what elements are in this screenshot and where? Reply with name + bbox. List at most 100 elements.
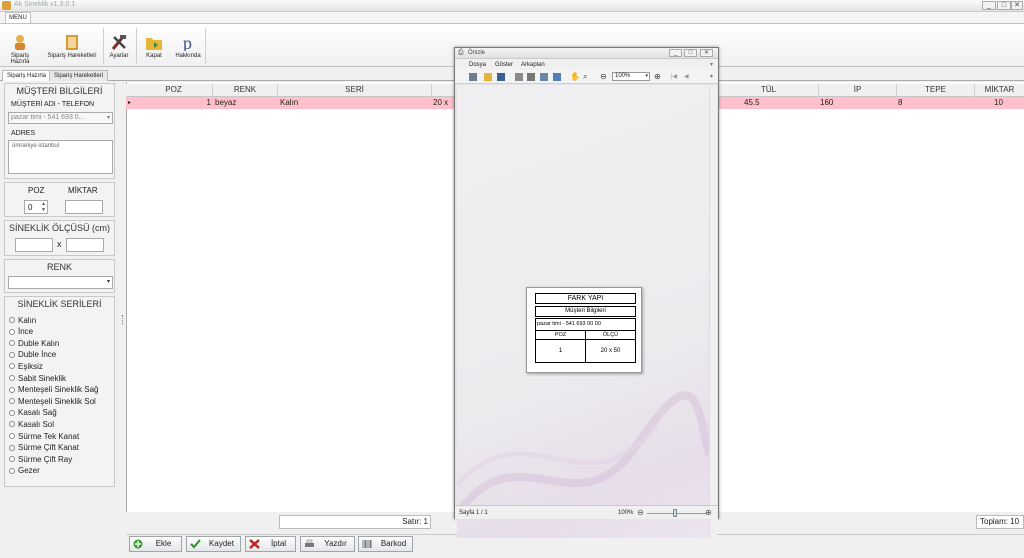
width-input[interactable]: [15, 238, 53, 252]
series-option[interactable]: Sürme Çift Ray: [9, 453, 72, 465]
save-icon[interactable]: [497, 73, 505, 81]
radio-icon[interactable]: [9, 444, 15, 451]
print-icon[interactable]: [527, 73, 535, 81]
series-option[interactable]: Kasalı Sol: [9, 418, 54, 430]
open-icon[interactable]: [484, 73, 492, 81]
color-select[interactable]: ▾: [8, 276, 113, 289]
radio-icon[interactable]: [9, 456, 15, 463]
menu-arkaplan[interactable]: Arkaplan: [521, 62, 545, 68]
zoom-select[interactable]: 100% ▾: [612, 72, 650, 81]
cell-poz[interactable]: 1: [135, 97, 211, 109]
spin-arrows-icon[interactable]: ▲ ▼: [41, 201, 46, 213]
p-letter-icon: p: [183, 34, 192, 51]
series-option-label: Gezer: [18, 466, 40, 476]
radio-icon[interactable]: [9, 317, 15, 323]
miktar-input[interactable]: [65, 200, 103, 214]
radio-icon[interactable]: [9, 328, 15, 335]
series-option[interactable]: Menteşeli Sineklik Sağ: [9, 384, 98, 396]
cell-renk[interactable]: beyaz: [215, 97, 275, 109]
col-renk[interactable]: RENK: [213, 84, 278, 97]
address-field[interactable]: ümraniye istanbul: [8, 140, 113, 174]
yazdir-button[interactable]: Yazdır: [300, 536, 355, 552]
preview-minimize-button[interactable]: _: [669, 49, 682, 57]
prev-page-icon[interactable]: ◀: [684, 73, 689, 80]
series-option[interactable]: Gezer: [9, 465, 40, 477]
ribbon-hakkinda-button[interactable]: p Hakkında: [173, 26, 203, 66]
menu-dosya[interactable]: Dosya: [469, 62, 486, 68]
hand-icon[interactable]: ✋: [570, 72, 580, 81]
poz-stepper[interactable]: 0 ▲ ▼: [24, 200, 48, 214]
export-icon[interactable]: [553, 73, 561, 81]
series-option[interactable]: Menteşeli Sineklik Sol: [9, 395, 96, 407]
col-seri[interactable]: SERİ: [278, 84, 432, 97]
chevron-down-icon: ▾: [106, 115, 110, 121]
col-poz[interactable]: POZ: [135, 84, 213, 97]
series-option-label: Sürme Çift Kanat: [18, 443, 79, 453]
barkod-button[interactable]: Barkod: [358, 536, 413, 552]
radio-icon[interactable]: [9, 363, 15, 370]
preview-scrollbar[interactable]: [709, 85, 717, 538]
menu-tab[interactable]: MENU: [5, 12, 31, 23]
page-setup-icon[interactable]: [515, 73, 523, 81]
series-option[interactable]: Eşiksiz: [9, 360, 43, 372]
col-miktar[interactable]: MİKTAR: [975, 84, 1024, 97]
preview-canvas[interactable]: FARK YAPI Müşteri Bilgileri pazar timi -…: [457, 85, 709, 538]
zoom-icon[interactable]: ⌕: [583, 72, 587, 82]
ribbon-siparis-hazirla-button[interactable]: Sipariş Hazırla: [2, 26, 38, 66]
radio-icon[interactable]: [9, 340, 15, 347]
series-option[interactable]: İnce: [9, 326, 33, 338]
cell-tul[interactable]: 45.5: [744, 97, 784, 109]
iptal-button[interactable]: İptal: [245, 536, 296, 552]
quick-print-icon[interactable]: [540, 73, 548, 81]
cell-seri[interactable]: Kalın: [280, 97, 360, 109]
menu-goster[interactable]: Göster: [495, 62, 513, 68]
ribbon-siparis-hareketleri-button[interactable]: Sipariş Hareketleri: [42, 26, 102, 66]
radio-icon[interactable]: [9, 467, 15, 474]
preview-close-button[interactable]: ✕: [700, 49, 713, 57]
zoom-slider[interactable]: [647, 513, 707, 514]
cell-miktar[interactable]: 10: [994, 97, 1020, 109]
cell-tepe[interactable]: 8: [898, 97, 918, 109]
cell-ip[interactable]: 160: [820, 97, 860, 109]
first-page-icon[interactable]: |◀: [671, 73, 677, 80]
preview-restore-button[interactable]: □: [684, 49, 697, 57]
find-icon[interactable]: [469, 73, 477, 81]
series-option[interactable]: Duble İnce: [9, 349, 56, 361]
radio-icon[interactable]: [9, 375, 15, 381]
height-input[interactable]: [66, 238, 104, 252]
radio-icon[interactable]: [9, 398, 15, 405]
ribbon-ayarlar-button[interactable]: Ayarlar: [106, 26, 132, 66]
zoom-out-icon[interactable]: ⊖: [600, 72, 607, 81]
radio-icon[interactable]: [9, 421, 15, 428]
series-option[interactable]: Sürme Tek Kanat: [9, 430, 79, 442]
minimize-button[interactable]: _: [982, 1, 996, 10]
ribbon-kapat-button[interactable]: Kapat: [140, 26, 168, 66]
ekle-button[interactable]: Ekle: [129, 536, 182, 552]
customer-name-combo[interactable]: pazar timi - 541 693 0... ▾: [8, 112, 113, 124]
zoom-slider-thumb[interactable]: [673, 509, 677, 517]
radio-icon[interactable]: [9, 409, 15, 416]
zoom-out-icon[interactable]: ⊖: [637, 508, 644, 517]
chevron-down-icon[interactable]: ▾: [710, 73, 713, 80]
series-option[interactable]: Kalın: [9, 314, 36, 326]
tab-siparis-hazirla[interactable]: Sipariş Hazırla: [2, 70, 52, 81]
series-option[interactable]: Sürme Çift Kanat: [9, 442, 79, 454]
series-option[interactable]: Sabit Sineklik: [9, 372, 66, 384]
radio-icon[interactable]: [9, 433, 15, 439]
cell-olcu[interactable]: 20 x: [433, 97, 455, 109]
splitter-grip[interactable]: [122, 315, 124, 325]
kaydet-button[interactable]: Kaydet: [186, 536, 241, 552]
col-tepe[interactable]: TEPE: [897, 84, 975, 97]
col-tul[interactable]: TÜL: [719, 84, 819, 97]
zoom-in-icon[interactable]: ⊕: [654, 72, 661, 81]
restore-button[interactable]: □: [997, 1, 1011, 10]
series-option[interactable]: Duble Kalın: [9, 337, 59, 349]
chevron-down-icon[interactable]: ▾: [710, 61, 713, 68]
col-ip[interactable]: İP: [819, 84, 897, 97]
series-option[interactable]: Kasalı Sağ: [9, 407, 57, 419]
radio-icon[interactable]: [9, 386, 15, 393]
radio-icon[interactable]: [9, 351, 15, 358]
tab-siparis-hareketleri[interactable]: Sipariş Hareketleri: [49, 70, 109, 81]
zoom-in-icon[interactable]: ⊕: [705, 508, 712, 517]
close-button[interactable]: ✕: [1011, 1, 1023, 10]
